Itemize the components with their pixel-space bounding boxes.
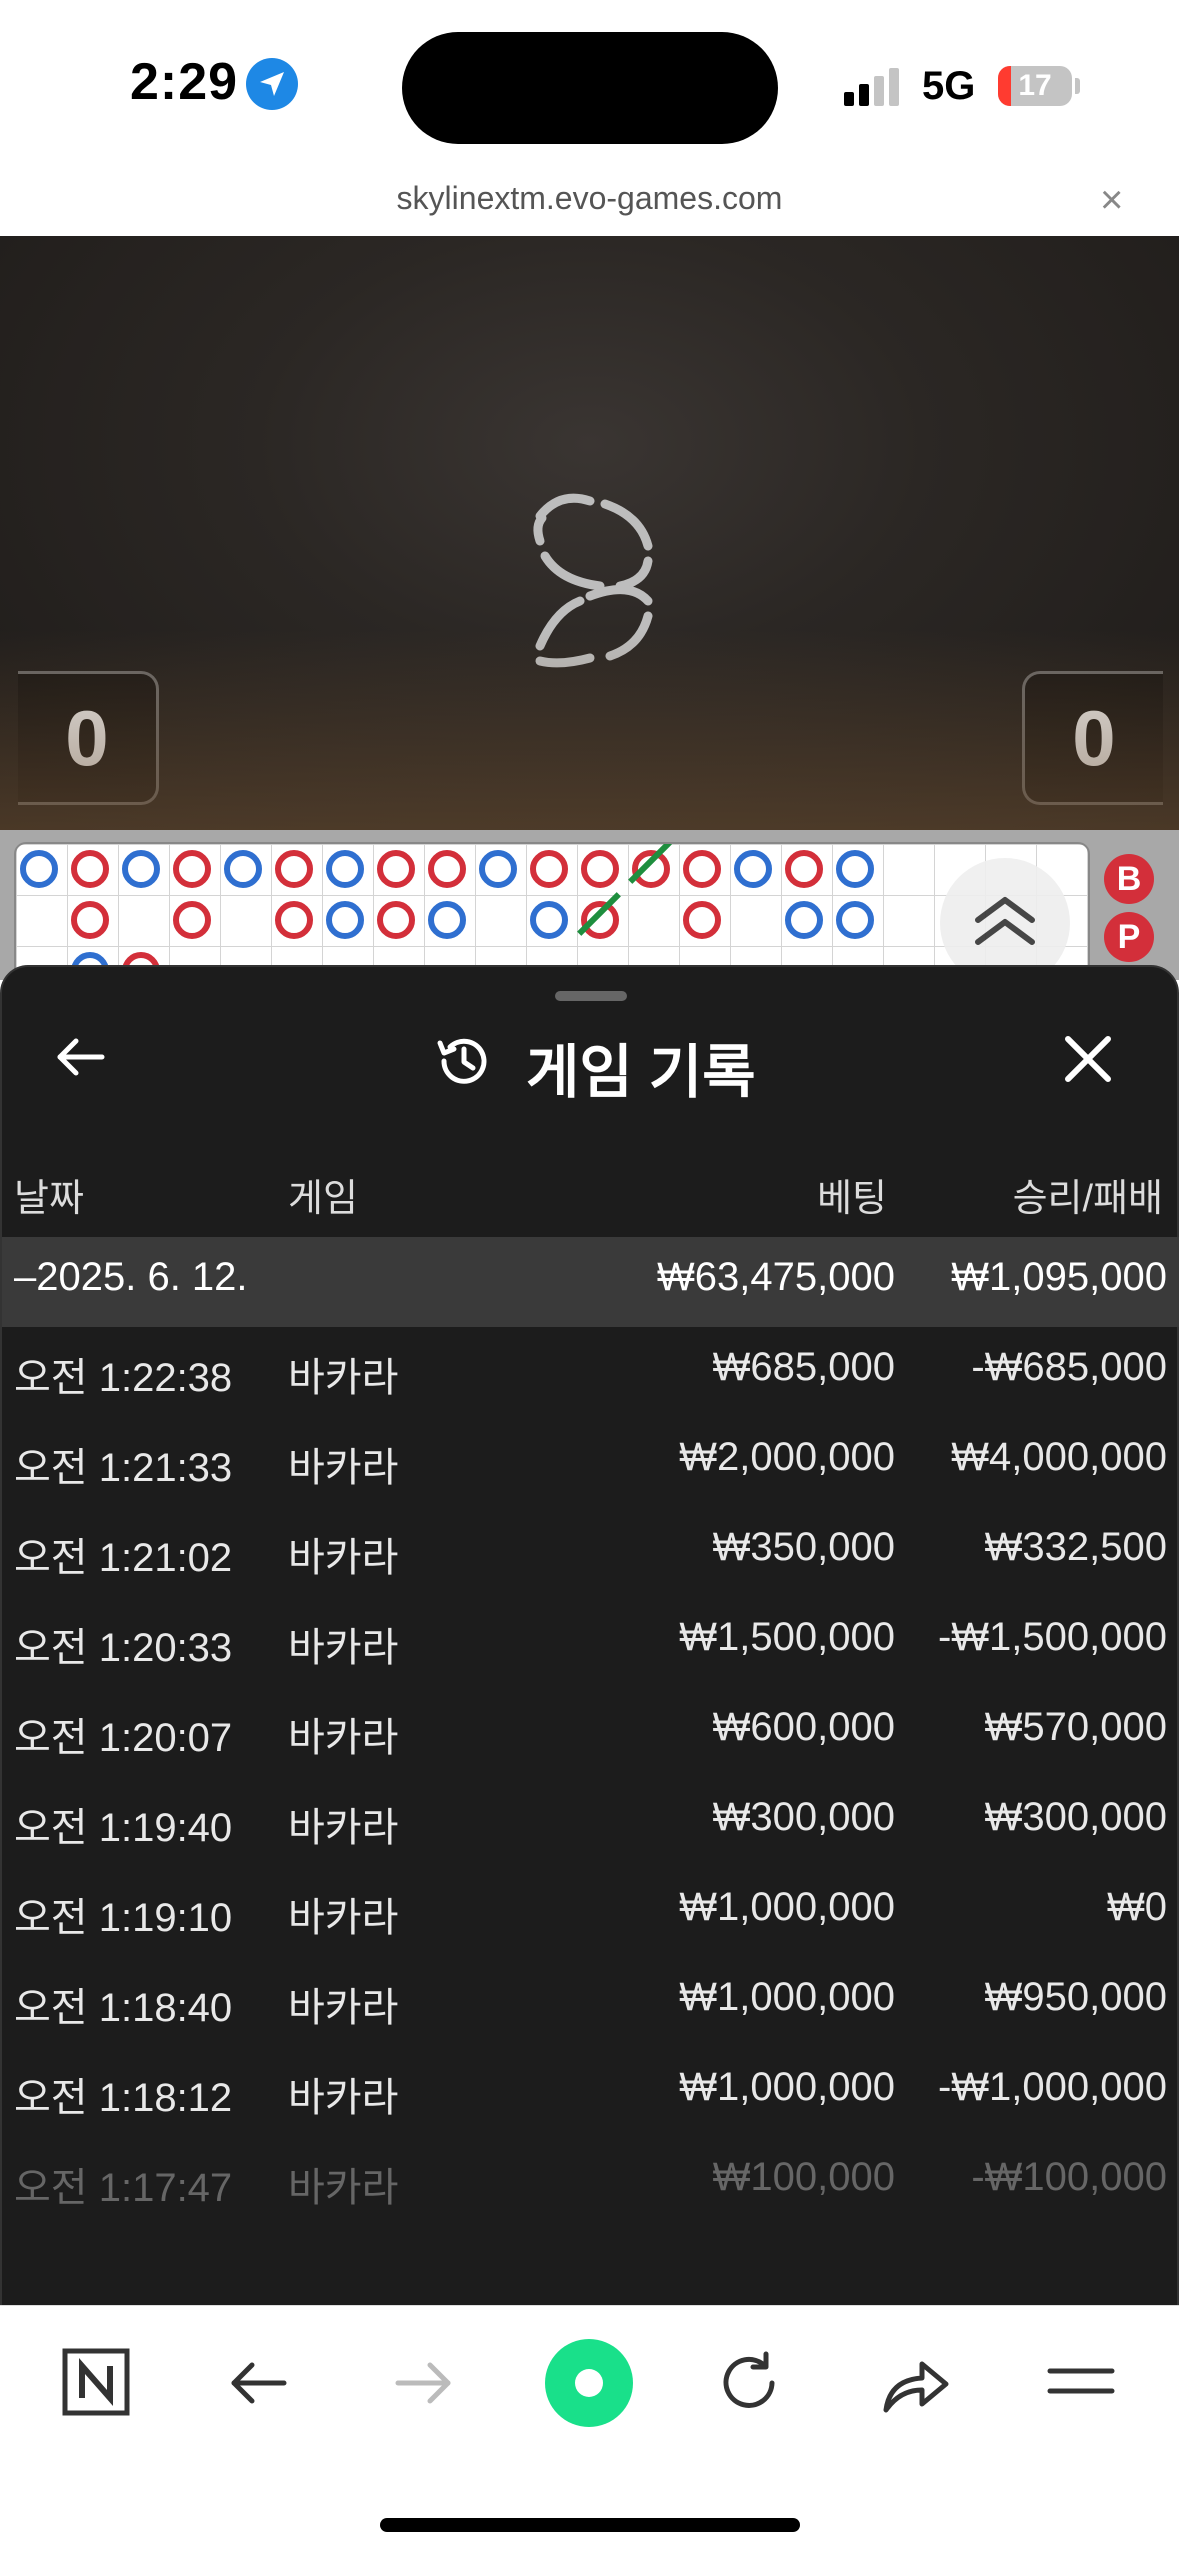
row-time: 오전 1:20:33	[14, 1626, 233, 1670]
row-bet: ₩1,000,000	[679, 1885, 895, 1929]
battery-percent: 17	[1018, 69, 1052, 102]
reload-icon[interactable]	[716, 2350, 782, 2421]
back-arrow-icon[interactable]	[228, 2352, 290, 2419]
history-row[interactable]: 오전 1:21:02 바카라 ₩350,000 ₩332,500	[2, 1507, 1179, 1597]
browser-toolbar	[0, 2305, 1179, 2557]
history-row[interactable]: 오전 1:19:10 바카라 ₩1,000,000 ₩0	[2, 1867, 1179, 1957]
history-row[interactable]: 오전 1:21:33 바카라 ₩2,000,000 ₩4,000,000	[2, 1417, 1179, 1507]
menu-icon[interactable]	[1046, 2356, 1116, 2411]
row-game: 바카라	[288, 1716, 399, 1760]
row-win-loss: -₩1,500,000	[937, 1615, 1167, 1659]
column-header-date: 날짜	[14, 1178, 84, 1220]
row-time: 오전 1:19:10	[14, 1896, 233, 1940]
row-bet: ₩1,000,000	[679, 2065, 895, 2109]
row-time: 오전 1:18:12	[14, 2076, 233, 2120]
history-row[interactable]: 오전 1:22:38 바카라 ₩685,000 -₩685,000	[2, 1327, 1179, 1417]
back-button[interactable]	[52, 1029, 108, 1090]
row-bet: ₩350,000	[712, 1525, 895, 1569]
row-time: 오전 1:17:47	[14, 2166, 233, 2210]
status-time: 2:29	[130, 53, 239, 111]
row-game: 바카라	[288, 1536, 399, 1580]
history-row[interactable]: 오전 1:17:47 바카라 ₩100,000 -₩100,000	[2, 2137, 1179, 2227]
back-arrow-icon	[57, 1038, 105, 1076]
live-video-area: 0 0	[0, 236, 1179, 830]
history-row[interactable]: 오전 1:18:12 바카라 ₩1,000,000 -₩1,000,000	[2, 2047, 1179, 2137]
history-row[interactable]: 오전 1:18:40 바카라 ₩1,000,000 ₩950,000	[2, 1957, 1179, 2047]
forward-arrow-icon[interactable]	[392, 2352, 454, 2419]
row-bet: ₩1,500,000	[679, 1615, 895, 1659]
row-time: 오전 1:18:40	[14, 1986, 233, 2030]
row-game: 바카라	[288, 1806, 399, 1850]
row-game: 바카라	[288, 1626, 399, 1670]
history-row[interactable]: 오전 1:19:40 바카라 ₩300,000 ₩300,000	[2, 1777, 1179, 1867]
row-time: 오전 1:22:38	[14, 1356, 233, 1400]
history-row[interactable]: 오전 1:20:33 바카라 ₩1,500,000 -₩1,500,000	[2, 1597, 1179, 1687]
row-game: 바카라	[288, 1986, 399, 2030]
cellular-signal-icon	[844, 68, 904, 106]
banker-chip: B	[1104, 854, 1154, 904]
group-date: –2025. 6. 12.	[14, 1255, 248, 1299]
row-bet: ₩685,000	[712, 1345, 895, 1389]
row-game: 바카라	[288, 2076, 399, 2120]
sheet-title: 게임 기록	[526, 1040, 756, 1105]
game-history-sheet: 게임 기록 날짜 게임 베팅 승리/패배 –2025. 6. 12. ₩63,4…	[0, 965, 1179, 2305]
status-bar: 2:29 5G 17	[0, 0, 1179, 175]
green-dot-icon[interactable]	[544, 2338, 634, 2433]
dynamic-island	[402, 32, 778, 144]
sheet-grabber[interactable]	[555, 991, 627, 1001]
row-win-loss: ₩0	[1107, 1885, 1167, 1929]
url-label[interactable]: skylinextm.evo-games.com	[0, 180, 1179, 217]
row-time: 오전 1:21:02	[14, 1536, 233, 1580]
close-icon	[1065, 1036, 1111, 1082]
column-header-bet: 베팅	[817, 1178, 887, 1220]
row-bet: ₩300,000	[712, 1795, 895, 1839]
row-time: 오전 1:21:33	[14, 1446, 233, 1490]
row-win-loss: -₩100,000	[971, 2155, 1167, 2199]
row-time: 오전 1:19:40	[14, 1806, 233, 1850]
share-icon[interactable]	[880, 2350, 950, 2421]
naver-icon[interactable]	[62, 2348, 130, 2421]
row-win-loss: ₩300,000	[984, 1795, 1167, 1839]
row-bet: ₩100,000	[712, 2155, 895, 2199]
banker-score: 0	[1022, 671, 1163, 805]
row-time: 오전 1:20:07	[14, 1716, 233, 1760]
network-type: 5G	[922, 64, 976, 108]
row-game: 바카라	[288, 1896, 399, 1940]
group-win-loss-total: ₩1,095,000	[951, 1255, 1167, 1299]
battery-tip	[1075, 78, 1080, 94]
date-group-row[interactable]: –2025. 6. 12. ₩63,475,000 ₩1,095,000	[2, 1237, 1179, 1327]
player-score: 0	[18, 671, 159, 805]
row-bet: ₩1,000,000	[679, 1975, 895, 2019]
battery-icon: 17	[998, 66, 1072, 106]
row-win-loss: -₩1,000,000	[937, 2065, 1167, 2109]
row-win-loss: ₩4,000,000	[951, 1435, 1167, 1479]
player-chip: P	[1104, 912, 1154, 962]
row-game: 바카라	[288, 1356, 399, 1400]
history-row[interactable]: 오전 1:20:07 바카라 ₩600,000 ₩570,000	[2, 1687, 1179, 1777]
close-sheet-button[interactable]	[1060, 1031, 1116, 1092]
row-win-loss: ₩570,000	[984, 1705, 1167, 1749]
row-bet: ₩2,000,000	[679, 1435, 895, 1479]
group-bet-total: ₩63,475,000	[657, 1255, 895, 1299]
history-icon	[434, 1031, 494, 1096]
home-indicator	[380, 2518, 800, 2532]
row-win-loss: ₩950,000	[984, 1975, 1167, 2019]
column-header-game: 게임	[288, 1178, 358, 1220]
row-bet: ₩600,000	[712, 1705, 895, 1749]
row-game: 바카라	[288, 1446, 399, 1490]
close-icon[interactable]: ×	[1100, 178, 1123, 223]
loading-spinner-icon	[533, 493, 653, 668]
row-game: 바카라	[288, 2166, 399, 2210]
column-header-win-loss: 승리/패배	[1012, 1178, 1163, 1220]
location-arrow-icon	[246, 58, 298, 110]
row-win-loss: -₩685,000	[971, 1345, 1167, 1389]
row-win-loss: ₩332,500	[984, 1525, 1167, 1569]
